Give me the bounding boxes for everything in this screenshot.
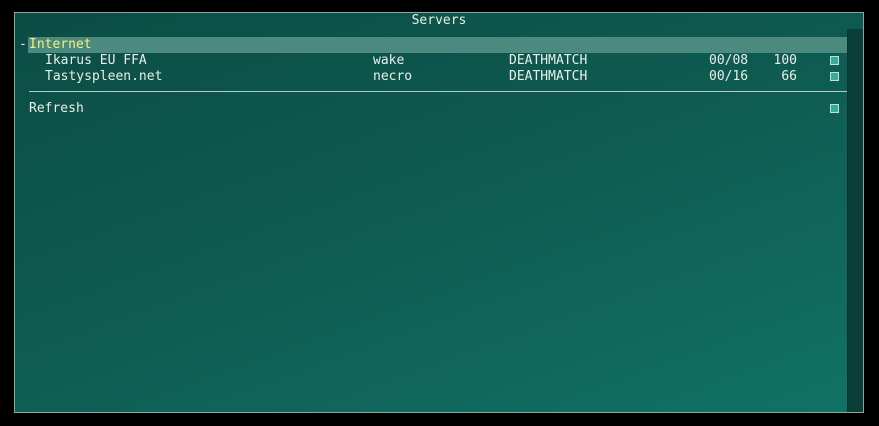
refresh-checkbox[interactable] xyxy=(830,104,839,113)
server-row[interactable]: Tastyspleen.net necro DEATHMATCH 00/16 6… xyxy=(45,69,840,85)
server-checkbox[interactable] xyxy=(830,72,839,81)
group-label[interactable]: Internet xyxy=(28,37,847,53)
server-ping: 100 xyxy=(773,53,797,68)
servers-window: Servers - Internet Ikarus EU FFA wake DE… xyxy=(14,12,864,413)
server-players: 00/16 xyxy=(709,69,749,84)
server-row[interactable]: Ikarus EU FFA wake DEATHMATCH 00/08 100 xyxy=(45,53,840,69)
server-map: necro xyxy=(373,69,413,84)
server-mode: DEATHMATCH xyxy=(509,53,588,68)
server-map: wake xyxy=(373,53,405,68)
server-players: 00/08 xyxy=(709,53,749,68)
server-name: Tastyspleen.net xyxy=(45,69,163,84)
server-mode: DEATHMATCH xyxy=(509,69,588,84)
group-row-internet[interactable]: - Internet xyxy=(19,37,847,53)
divider xyxy=(29,91,847,92)
server-checkbox[interactable] xyxy=(830,56,839,65)
vertical-scrollbar[interactable] xyxy=(847,29,863,412)
window-title: Servers xyxy=(411,13,467,28)
server-name: Ikarus EU FFA xyxy=(45,53,147,68)
server-ping: 66 xyxy=(781,69,797,84)
refresh-button[interactable]: Refresh xyxy=(29,101,84,117)
